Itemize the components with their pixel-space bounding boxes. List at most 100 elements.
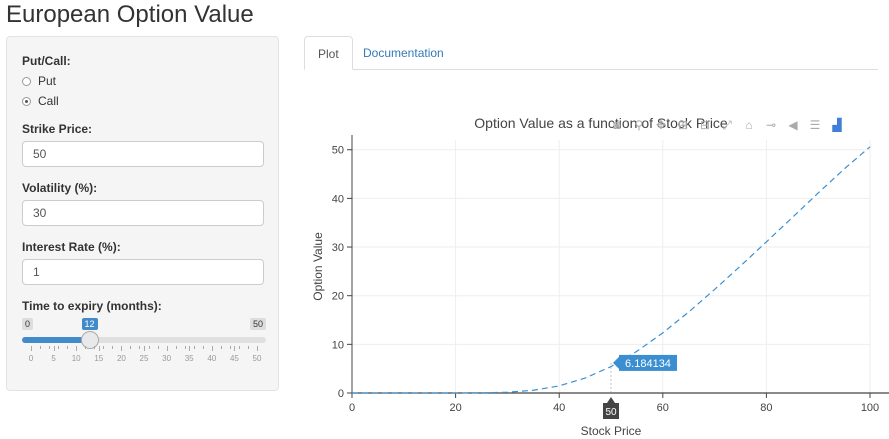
slider-tick (76, 346, 78, 351)
slider-tick-labels: 0 5 10 15 20 25 30 35 40 45 50 (22, 354, 266, 366)
slider-value-label: 12 (81, 318, 98, 330)
x-tick-label: 100 (861, 402, 879, 414)
y-tick-label: 50 (332, 145, 344, 157)
slider-tick-label: 45 (229, 354, 239, 363)
slider-tick (31, 346, 32, 351)
slider-tick (49, 346, 51, 349)
radio-put[interactable]: Put (22, 74, 56, 88)
radio-put-circle[interactable] (22, 76, 31, 86)
slider-tick (85, 346, 87, 349)
y-tick-label: 20 (332, 291, 344, 303)
option-value-line (352, 146, 871, 394)
slider-tick (189, 346, 191, 351)
slider-max-label: 50 (249, 318, 266, 330)
slider-tick (94, 346, 96, 349)
compare-hover-icon[interactable]: ◀ (786, 118, 800, 132)
zoom-in-icon[interactable]: ⊞ (676, 118, 690, 132)
radio-put-label: Put (38, 74, 57, 88)
autoscale-icon[interactable]: ⤢ (720, 118, 734, 132)
option-value-chart[interactable]: Option Value as a function of Stock Pric… (300, 95, 889, 439)
x-tick-label: 0 (349, 402, 355, 414)
hover-x-pointer (607, 397, 615, 403)
slider-tick (238, 346, 240, 349)
expiry-label: Time to expiry (months): (22, 299, 162, 313)
volatility-input[interactable] (22, 200, 264, 226)
tab-plot[interactable]: Plot (304, 36, 353, 70)
radio-call-label: Call (38, 94, 59, 108)
x-tick-label: 80 (760, 402, 772, 414)
y-tick-label: 30 (332, 242, 344, 254)
hover-x-value: 50 (605, 407, 617, 418)
tab-documentation[interactable]: Documentation (350, 36, 457, 70)
slider-min-label: 0 (22, 318, 34, 330)
plot-area: Option Value as a function of Stock Pric… (300, 95, 889, 439)
slider-tick (257, 346, 258, 351)
slider-tick (58, 346, 60, 349)
x-tick-label: 40 (553, 402, 565, 414)
zoom-out-icon[interactable]: ⊟ (698, 118, 712, 132)
radio-call[interactable]: Call (22, 94, 59, 108)
interest-label: Interest Rate (%): (22, 240, 121, 254)
strike-input[interactable] (22, 141, 264, 167)
slider-tick-label: 35 (184, 354, 194, 363)
interest-input[interactable] (22, 259, 264, 285)
slider-tick-label: 50 (252, 354, 262, 363)
slider-tick-label: 25 (139, 354, 149, 363)
y-axis-label: Option Value (311, 232, 325, 301)
slider-tick-label: 20 (116, 354, 126, 363)
slider-tick (121, 346, 123, 351)
page-title: European Option Value (6, 1, 254, 28)
closest-hover-icon[interactable]: ☰ (808, 118, 822, 132)
sidebar-panel: Put/Call: Put Call Strike Price: Volatil… (6, 36, 279, 391)
zoom-icon[interactable]: ⚲ (632, 118, 646, 132)
slider-tick-label: 10 (71, 354, 81, 363)
hover-value: 6.184134 (625, 358, 671, 370)
volatility-label: Volatility (%): (22, 181, 98, 195)
y-tick-label: 0 (338, 388, 344, 400)
slider-tick (247, 346, 249, 349)
home-icon[interactable]: ⌂ (742, 118, 756, 132)
slider-tick-label: 5 (51, 354, 56, 363)
slider-tick (202, 346, 204, 349)
slider-tick (98, 346, 100, 351)
pan-icon[interactable]: ✥ (654, 118, 668, 132)
radio-call-circle[interactable] (22, 96, 31, 106)
y-tick-label: 40 (332, 193, 344, 205)
x-tick-label: 20 (449, 402, 461, 414)
slider-tick (193, 346, 195, 349)
slider-tick (166, 346, 168, 351)
camera-icon[interactable]: ◙ (610, 118, 624, 132)
strike-label: Strike Price: (22, 122, 93, 136)
slider-tick (229, 346, 231, 349)
slider-tick (67, 346, 69, 349)
hover-pointer (613, 356, 619, 369)
put-call-label: Put/Call: (22, 54, 71, 68)
slider-tick (211, 346, 213, 351)
slider-tick (139, 346, 141, 349)
plotly-modebar: ◙ ⚲ ✥ ⊞ ⊟ ⤢ ⌂ ⊸ ◀ ☰ ▟ (610, 118, 844, 134)
slider-tick (112, 346, 114, 349)
slider-tick-label: 15 (94, 354, 104, 363)
slider-tick (175, 346, 177, 349)
tab-bar: Plot Documentation (304, 36, 878, 70)
slider-tick (144, 346, 145, 351)
slider-tick (53, 346, 55, 351)
slider-tick (220, 346, 222, 349)
slider-tick-label: 40 (207, 354, 217, 363)
slider-tick (103, 346, 105, 349)
x-tick-label: 60 (657, 402, 669, 414)
y-tick-label: 10 (332, 339, 344, 351)
slider-tick (40, 346, 42, 349)
slider-tick (130, 346, 132, 349)
slider-tick (184, 346, 186, 349)
slider-tick-label: 0 (28, 354, 34, 363)
slider-tick (234, 346, 236, 351)
slider-tick-label: 30 (162, 354, 172, 363)
x-axis-label: Stock Price (581, 424, 642, 438)
slider-tick (148, 346, 150, 349)
plotly-logo-icon[interactable]: ▟ (830, 118, 844, 132)
expiry-slider[interactable]: 0 12 50 0 5 10 15 20 25 30 35 40 45 50 (22, 318, 266, 378)
spike-icon[interactable]: ⊸ (764, 118, 778, 132)
slider-fill (22, 337, 90, 343)
slider-tick (157, 346, 159, 349)
